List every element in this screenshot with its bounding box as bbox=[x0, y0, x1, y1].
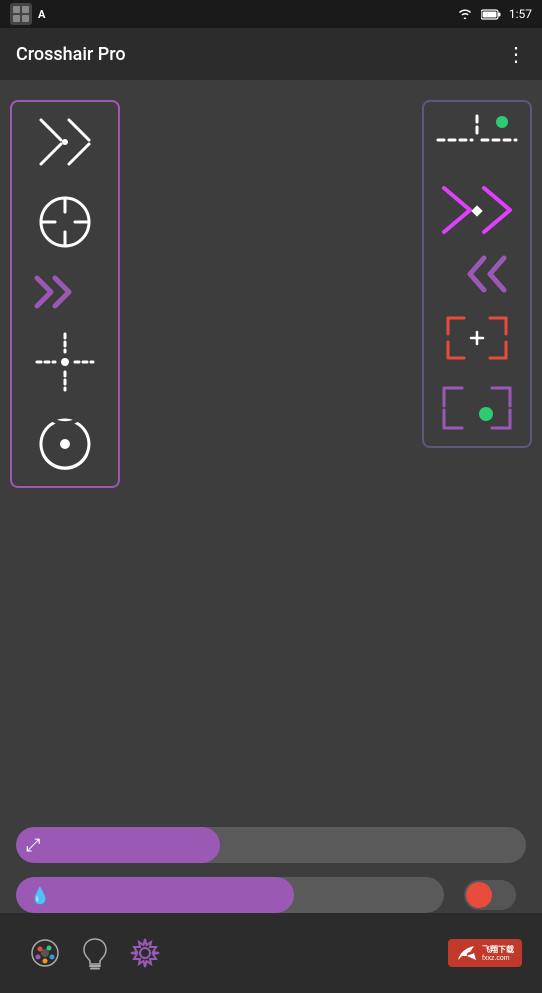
watermark-domain: fxxz.com bbox=[482, 955, 514, 962]
toggle-switch[interactable] bbox=[464, 880, 516, 910]
crosshair-dot[interactable] bbox=[33, 330, 97, 394]
bracket-red-crosshair-svg bbox=[434, 310, 520, 366]
dot-crosshair-svg bbox=[33, 330, 97, 394]
watermark: 飞翔下载 fxxz.com bbox=[402, 928, 522, 978]
status-left: A bbox=[10, 3, 45, 25]
watermark-text-block: 飞翔下载 fxxz.com bbox=[482, 944, 514, 962]
size-slider-fill: ⤢ bbox=[16, 827, 220, 863]
main-content bbox=[0, 80, 542, 913]
crosshair-circle-dot[interactable] bbox=[33, 412, 97, 476]
bracket-dot-crosshair-svg bbox=[434, 380, 520, 436]
left-panel bbox=[10, 100, 120, 488]
settings-icon bbox=[129, 937, 161, 969]
nav-light[interactable] bbox=[70, 928, 120, 978]
opacity-slider-container[interactable]: 💧 bbox=[16, 877, 444, 913]
app-bar: Crosshair Pro ⋮ bbox=[0, 28, 542, 80]
chevron-left-crosshair-svg bbox=[434, 252, 520, 296]
plus-dot-crosshair-svg bbox=[434, 112, 520, 168]
nav-theme[interactable] bbox=[20, 928, 70, 978]
opacity-icon: 💧 bbox=[30, 886, 50, 905]
watermark-bird-icon bbox=[456, 942, 478, 964]
crosshair-bracket-red[interactable] bbox=[434, 310, 520, 366]
bulb-icon bbox=[81, 936, 109, 970]
app-letter: A bbox=[38, 8, 45, 21]
circle-dot-crosshair-svg bbox=[33, 412, 97, 476]
right-panel bbox=[422, 100, 532, 448]
app-icon bbox=[13, 6, 29, 22]
app-title: Crosshair Pro bbox=[16, 44, 126, 65]
circle-crosshair-svg bbox=[33, 190, 97, 254]
wifi-icon bbox=[457, 8, 473, 20]
palette-icon bbox=[29, 937, 61, 969]
crosshair-chevron[interactable] bbox=[33, 272, 97, 312]
time-display: 1:57 bbox=[509, 7, 532, 21]
watermark-chinese: 飞翔下载 bbox=[482, 944, 514, 955]
x-pink-crosshair-svg bbox=[434, 182, 520, 238]
crosshair-bracket-dot[interactable] bbox=[434, 380, 520, 436]
crosshair-circle[interactable] bbox=[33, 190, 97, 254]
crosshair-chevron-left[interactable] bbox=[434, 252, 520, 296]
status-right: 1:57 bbox=[457, 7, 532, 21]
crosshair-x-pink[interactable] bbox=[434, 182, 520, 238]
app-indicator bbox=[10, 3, 32, 25]
toggle-row bbox=[464, 880, 526, 910]
more-menu-button[interactable]: ⋮ bbox=[506, 42, 526, 66]
battery-icon bbox=[481, 9, 501, 20]
bottom-controls: ⤢ 💧 bbox=[0, 827, 542, 913]
status-bar: A 1:57 bbox=[0, 0, 542, 28]
size-slider-container[interactable]: ⤢ bbox=[16, 827, 526, 863]
crosshair-x[interactable] bbox=[33, 112, 97, 172]
opacity-slider-row: 💧 bbox=[16, 877, 526, 913]
size-slider-row: ⤢ bbox=[16, 827, 526, 863]
x-crosshair-svg bbox=[33, 112, 97, 172]
resize-icon: ⤢ bbox=[26, 835, 40, 856]
opacity-slider-fill: 💧 bbox=[16, 877, 294, 913]
bottom-nav: 飞翔下载 fxxz.com bbox=[0, 913, 542, 993]
nav-settings[interactable] bbox=[120, 928, 170, 978]
chevron-crosshair-svg bbox=[33, 272, 97, 312]
watermark-badge: 飞翔下载 fxxz.com bbox=[448, 939, 522, 967]
crosshair-plus-dot[interactable] bbox=[434, 112, 520, 168]
toggle-knob bbox=[466, 882, 492, 908]
